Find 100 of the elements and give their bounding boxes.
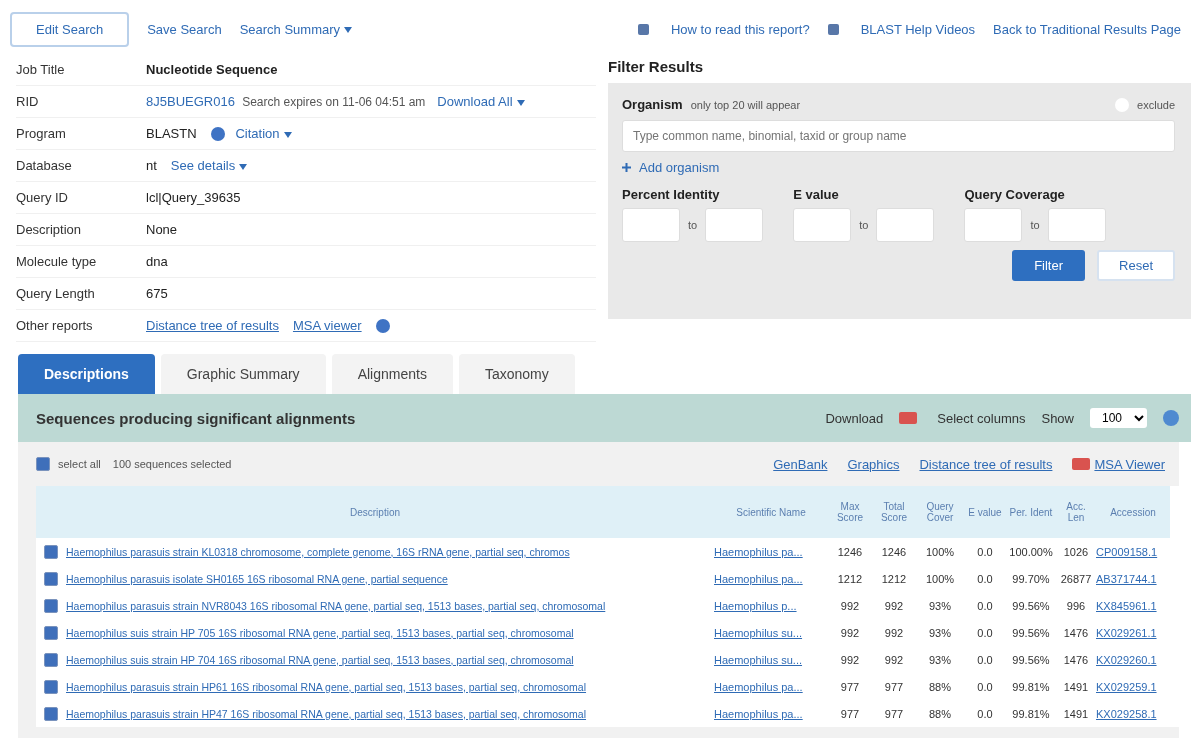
accession-link[interactable]: AB371744.1: [1096, 565, 1170, 592]
add-organism-link[interactable]: Add organism: [639, 160, 720, 175]
table-cell-text: 93%: [928, 652, 952, 668]
table-action-link[interactable]: Graphics: [847, 456, 900, 472]
save-search-link[interactable]: Save Search: [147, 21, 222, 37]
select-all-label: select all: [58, 458, 101, 470]
range-to-field[interactable]: [705, 208, 764, 242]
column-header[interactable]: Per. Ident: [1006, 486, 1056, 538]
table-cell-text: 0.0: [976, 652, 994, 668]
reset-button[interactable]: Reset: [1097, 250, 1175, 281]
results-tab[interactable]: Graphic Summary: [160, 354, 326, 394]
range-label: E value: [793, 187, 840, 202]
results-tab[interactable]: Descriptions: [18, 354, 155, 394]
info-label: RID: [16, 94, 40, 109]
range-to-label: to: [859, 219, 869, 231]
header-link[interactable]: BLAST Help Videos: [860, 21, 976, 37]
table-action-link[interactable]: MSA Viewer: [1094, 456, 1165, 472]
info-label: Molecule type: [16, 254, 98, 269]
scientific-name-link[interactable]: Haemophilus pa...: [714, 673, 828, 700]
table-cell-text: 99.56%: [1011, 625, 1051, 641]
row-checkbox[interactable]: [44, 544, 58, 559]
results-title: Sequences producing significant alignments: [36, 409, 357, 427]
column-header[interactable]: Query Cover: [916, 486, 964, 538]
row-checkbox[interactable]: [44, 706, 58, 721]
table-cell-text: 977: [839, 706, 861, 722]
table-cell-text: 1491: [1062, 706, 1090, 722]
range-to-label: to: [1030, 219, 1040, 231]
row-checkbox[interactable]: [44, 625, 58, 640]
plus-icon: [622, 163, 631, 172]
column-header[interactable]: Max Score: [828, 486, 872, 538]
column-header[interactable]: Acc. Len: [1056, 486, 1096, 538]
accession-link[interactable]: KX029259.1: [1096, 673, 1170, 700]
row-checkbox[interactable]: [44, 679, 58, 694]
see-details-link[interactable]: See details: [170, 158, 248, 173]
row-checkbox[interactable]: [44, 652, 58, 667]
table-cell-text: 88%: [928, 679, 952, 695]
description-link[interactable]: Haemophilus parasuis strain HP47 16S ribosomal RNA gene, partial seq, 1513 bases, partial seq, chromosomal: [66, 700, 714, 727]
column-header[interactable]: Total Score: [872, 486, 916, 538]
table-cell-text: 992: [839, 652, 861, 668]
table-cell-text: 996: [1065, 598, 1087, 614]
header-link[interactable]: How to read this report?: [670, 21, 810, 37]
results-tab[interactable]: Alignments: [331, 354, 453, 394]
table-cell-text: 1212: [836, 571, 864, 587]
results-tab[interactable]: Taxonomy: [458, 354, 575, 394]
show-label: Show: [1041, 410, 1074, 426]
report-link[interactable]: Distance tree of results: [146, 318, 279, 333]
description-link[interactable]: Haemophilus suis strain HP 704 16S ribosomal RNA gene, partial seq, 1513 bases, partial seq, chromosomal: [66, 646, 714, 673]
column-header[interactable]: E value: [964, 486, 1006, 538]
edit-search-button[interactable]: Edit Search: [10, 11, 130, 47]
accession-link[interactable]: KX029258.1: [1096, 700, 1170, 727]
row-checkbox[interactable]: [44, 571, 58, 586]
table-cell-text: 99.70%: [1011, 571, 1051, 587]
range-to-field[interactable]: [876, 208, 935, 242]
scientific-name-link[interactable]: Haemophilus pa...: [714, 565, 828, 592]
column-header[interactable]: Accession: [1096, 486, 1170, 538]
description-link[interactable]: Haemophilus parasuis strain NVR8043 16S ribosomal RNA gene, partial seq, 1513 bases, partial seq, chromosomal: [66, 592, 714, 619]
range-to-label: to: [688, 219, 698, 231]
select-all-checkbox[interactable]: [36, 457, 50, 471]
scientific-name-link[interactable]: Haemophilus pa...: [714, 700, 828, 727]
column-header[interactable]: Description: [36, 486, 714, 538]
accession-link[interactable]: KX029261.1: [1096, 619, 1170, 646]
accession-link[interactable]: CP009158.1: [1096, 538, 1170, 565]
accession-link[interactable]: KX845961.1: [1096, 592, 1170, 619]
description-link[interactable]: Haemophilus suis strain HP 705 16S ribosomal RNA gene, partial seq, 1513 bases, partial seq, chromosomal: [66, 619, 714, 646]
rid-link[interactable]: 8J5BUEGR016: [146, 94, 235, 109]
download-all-link[interactable]: Download All: [437, 94, 525, 109]
description-link[interactable]: Haemophilus parasuis strain KL0318 chromosome, complete genome, 16S rRNA gene, partial seq, chromos: [66, 538, 714, 565]
table-cell-text: 1476: [1062, 625, 1090, 641]
show-select[interactable]: 100: [1090, 408, 1147, 428]
citation-link[interactable]: Citation: [235, 126, 292, 141]
table-cell-text: 992: [883, 625, 905, 641]
range-from-field[interactable]: [793, 208, 852, 242]
range-from-field[interactable]: [964, 208, 1023, 242]
report-link[interactable]: MSA viewer: [292, 318, 362, 333]
range-to-field[interactable]: [1047, 208, 1106, 242]
organism-hint: only top 20 will appear: [690, 98, 801, 111]
column-header[interactable]: Scientific Name: [714, 486, 828, 538]
organism-field[interactable]: Type common name, binomial, taxid or group name: [622, 120, 1175, 152]
table-action-link[interactable]: GenBank: [773, 456, 828, 472]
info-label: Job Title: [16, 62, 66, 77]
description-link[interactable]: Haemophilus parasuis isolate SH0165 16S ribosomal RNA gene, partial sequence: [66, 565, 714, 592]
download-menu[interactable]: Download: [825, 410, 884, 426]
row-checkbox[interactable]: [44, 598, 58, 613]
scientific-name-link[interactable]: Haemophilus su...: [714, 646, 828, 673]
range-from-field[interactable]: [622, 208, 680, 242]
header-link[interactable]: Back to Traditional Results Page: [993, 21, 1181, 37]
scientific-name-link[interactable]: Haemophilus pa...: [714, 538, 828, 565]
search-summary-link[interactable]: Search Summary: [239, 21, 353, 37]
accession-link[interactable]: KX029260.1: [1096, 646, 1170, 673]
job-title: Nucleotide Sequence: [146, 62, 278, 77]
table-cell-text: 992: [883, 598, 905, 614]
filter-button[interactable]: Filter: [1012, 250, 1086, 281]
table-cell-text: 100.00%: [1008, 544, 1054, 560]
scientific-name-link[interactable]: Haemophilus p...: [714, 592, 828, 619]
table-action-link[interactable]: Distance tree of results: [919, 456, 1053, 472]
select-columns-menu[interactable]: Select columns: [937, 410, 1026, 426]
info-label: Database: [16, 158, 73, 173]
description-link[interactable]: Haemophilus parasuis strain HP61 16S ribosomal RNA gene, partial seq, 1513 bases, partial seq, chromosomal: [66, 673, 714, 700]
scientific-name-link[interactable]: Haemophilus su...: [714, 619, 828, 646]
table-cell-text: 100%: [924, 544, 956, 560]
